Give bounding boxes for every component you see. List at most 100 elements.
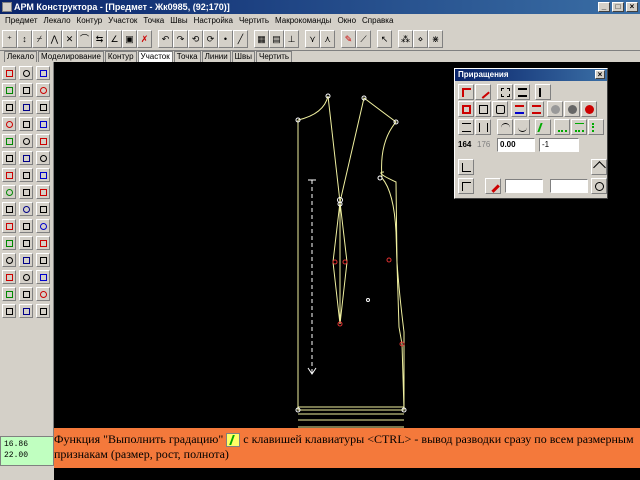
tool-line-icon[interactable]	[36, 134, 50, 148]
tool-cursor-icon[interactable]	[2, 66, 16, 80]
panel-grade-nodes-3-icon[interactable]	[588, 119, 604, 135]
rotate-2-icon[interactable]: ⟳	[203, 29, 218, 48]
angle-icon[interactable]: ∠	[107, 29, 122, 48]
move-icon[interactable]: ↕	[17, 29, 32, 48]
tool-square-icon[interactable]	[19, 219, 33, 233]
line-icon[interactable]: ╱	[233, 29, 248, 48]
tab-lekalo[interactable]: Лекало	[4, 51, 38, 62]
minimize-button[interactable]: _	[598, 2, 610, 12]
tool-segment-icon[interactable]	[36, 117, 50, 131]
menu-item-spravka[interactable]: Справка	[359, 16, 396, 25]
tool-notch-icon[interactable]	[36, 270, 50, 284]
menu-item-shvy[interactable]: Швы	[167, 16, 190, 25]
tool-table-icon[interactable]	[2, 304, 16, 318]
panel-save-icon[interactable]	[591, 178, 607, 194]
point-icon[interactable]: •	[218, 29, 233, 48]
tab-chertit[interactable]: Чертить	[256, 51, 293, 62]
increment-value-field[interactable]: 0.00	[497, 138, 535, 152]
tool-circle-icon[interactable]	[2, 219, 16, 233]
panel-nodes-2-icon[interactable]	[564, 101, 580, 117]
menu-item-okno[interactable]: Окно	[334, 16, 359, 25]
menu-item-kontur[interactable]: Контур	[74, 16, 106, 25]
new-pattern-icon[interactable]: ⁺	[2, 29, 17, 48]
panel-nodes-icon[interactable]	[547, 101, 563, 117]
delete-icon[interactable]: ✗	[137, 29, 152, 48]
grid-2-icon[interactable]: ▤	[269, 29, 284, 48]
grid-icon[interactable]: ▦	[254, 29, 269, 48]
panel-shift-icon[interactable]	[458, 119, 474, 135]
segment-icon[interactable]: ⌒	[77, 29, 92, 48]
dart-icon[interactable]: ⋎	[305, 29, 320, 48]
tool-cut-icon[interactable]	[19, 202, 33, 216]
nodes-3-icon[interactable]: ⋇	[428, 29, 443, 48]
panel-nodes-3-icon[interactable]	[581, 101, 597, 117]
menu-item-nastroyka[interactable]: Настройка	[191, 16, 236, 25]
tool-pan-icon[interactable]	[19, 83, 33, 97]
panel-apply-icon[interactable]	[458, 159, 474, 175]
split-icon[interactable]: ⌿	[32, 29, 47, 48]
tool-erase-icon[interactable]	[36, 151, 50, 165]
panel-list-icon[interactable]	[535, 84, 551, 100]
tool-curve-icon[interactable]	[19, 134, 33, 148]
panel-field-a[interactable]	[505, 179, 543, 193]
menu-item-makrokomandy[interactable]: Макрокоманды	[272, 16, 334, 25]
menu-item-lekalo[interactable]: Лекало	[41, 16, 74, 25]
tool-offset-icon[interactable]	[36, 202, 50, 216]
tool-dart-icon[interactable]	[36, 185, 50, 199]
tab-shvy[interactable]: Швы	[231, 51, 256, 62]
panel-arc-icon[interactable]	[497, 119, 513, 135]
tool-grid-icon[interactable]	[19, 304, 33, 318]
maximize-button[interactable]: □	[612, 2, 624, 12]
panel-arc-2-icon[interactable]	[514, 119, 530, 135]
tool-move-icon[interactable]	[2, 100, 16, 114]
panel-shift-2-icon[interactable]	[475, 119, 491, 135]
panel-apply-2-icon[interactable]	[458, 178, 474, 194]
rotate-icon[interactable]: ⟲	[188, 29, 203, 48]
cross-icon[interactable]: ✕	[62, 29, 77, 48]
tool-zoom-icon[interactable]	[2, 83, 16, 97]
tool-pen-icon[interactable]	[19, 66, 33, 80]
panel-table-icon[interactable]	[497, 84, 513, 100]
panel-field-b[interactable]	[550, 179, 588, 193]
tool-node-icon[interactable]	[2, 168, 16, 182]
tool-join-icon[interactable]	[36, 168, 50, 182]
tool-angle-icon[interactable]	[19, 151, 33, 165]
increment-input-field[interactable]: -1	[539, 138, 579, 152]
tool-frame-icon[interactable]	[36, 304, 50, 318]
tool-check-icon[interactable]	[19, 287, 33, 301]
join-icon[interactable]: ⋀	[47, 29, 62, 48]
dart-2-icon[interactable]: ⋏	[320, 29, 335, 48]
tool-arc-icon[interactable]	[2, 134, 16, 148]
close-button[interactable]: ×	[626, 2, 638, 12]
perform-grading-icon[interactable]	[535, 119, 551, 135]
tool-redo-icon[interactable]	[19, 253, 33, 267]
pen-icon[interactable]: ✎	[341, 29, 356, 48]
panel-size-1-icon[interactable]	[458, 101, 474, 117]
tool-text-icon[interactable]	[2, 270, 16, 284]
tool-point-icon[interactable]	[19, 117, 33, 131]
panel-up-icon[interactable]	[591, 159, 607, 175]
panel-close-button[interactable]: ×	[595, 70, 605, 79]
tool-seam-icon[interactable]	[19, 270, 33, 284]
menu-item-tochka[interactable]: Точка	[140, 16, 167, 25]
panel-pen-icon[interactable]	[475, 84, 491, 100]
nodes-2-icon[interactable]: ⋄	[413, 29, 428, 48]
tool-grade-icon[interactable]	[19, 185, 33, 199]
curve-icon[interactable]: ↶	[158, 29, 173, 48]
menu-item-predmet[interactable]: Предмет	[2, 16, 41, 25]
panel-grade-nodes-2-icon[interactable]	[571, 119, 587, 135]
tab-kontur[interactable]: Контур	[104, 51, 137, 62]
tool-shift-icon[interactable]	[2, 185, 16, 199]
tool-select-icon[interactable]	[36, 66, 50, 80]
tool-copy-icon[interactable]	[19, 100, 33, 114]
tool-undo-icon[interactable]	[2, 253, 16, 267]
tool-hand-icon[interactable]	[2, 117, 16, 131]
menu-item-uchastok[interactable]: Участок	[105, 16, 140, 25]
tool-measure-icon[interactable]	[2, 151, 16, 165]
tool-list-icon[interactable]	[36, 287, 50, 301]
panel-size-2-icon[interactable]	[475, 101, 491, 117]
curve-2-icon[interactable]: ↷	[173, 29, 188, 48]
tool-rotate-icon[interactable]	[36, 83, 50, 97]
panel-size-3-icon[interactable]	[492, 101, 508, 117]
tool-group-icon[interactable]	[19, 236, 33, 250]
